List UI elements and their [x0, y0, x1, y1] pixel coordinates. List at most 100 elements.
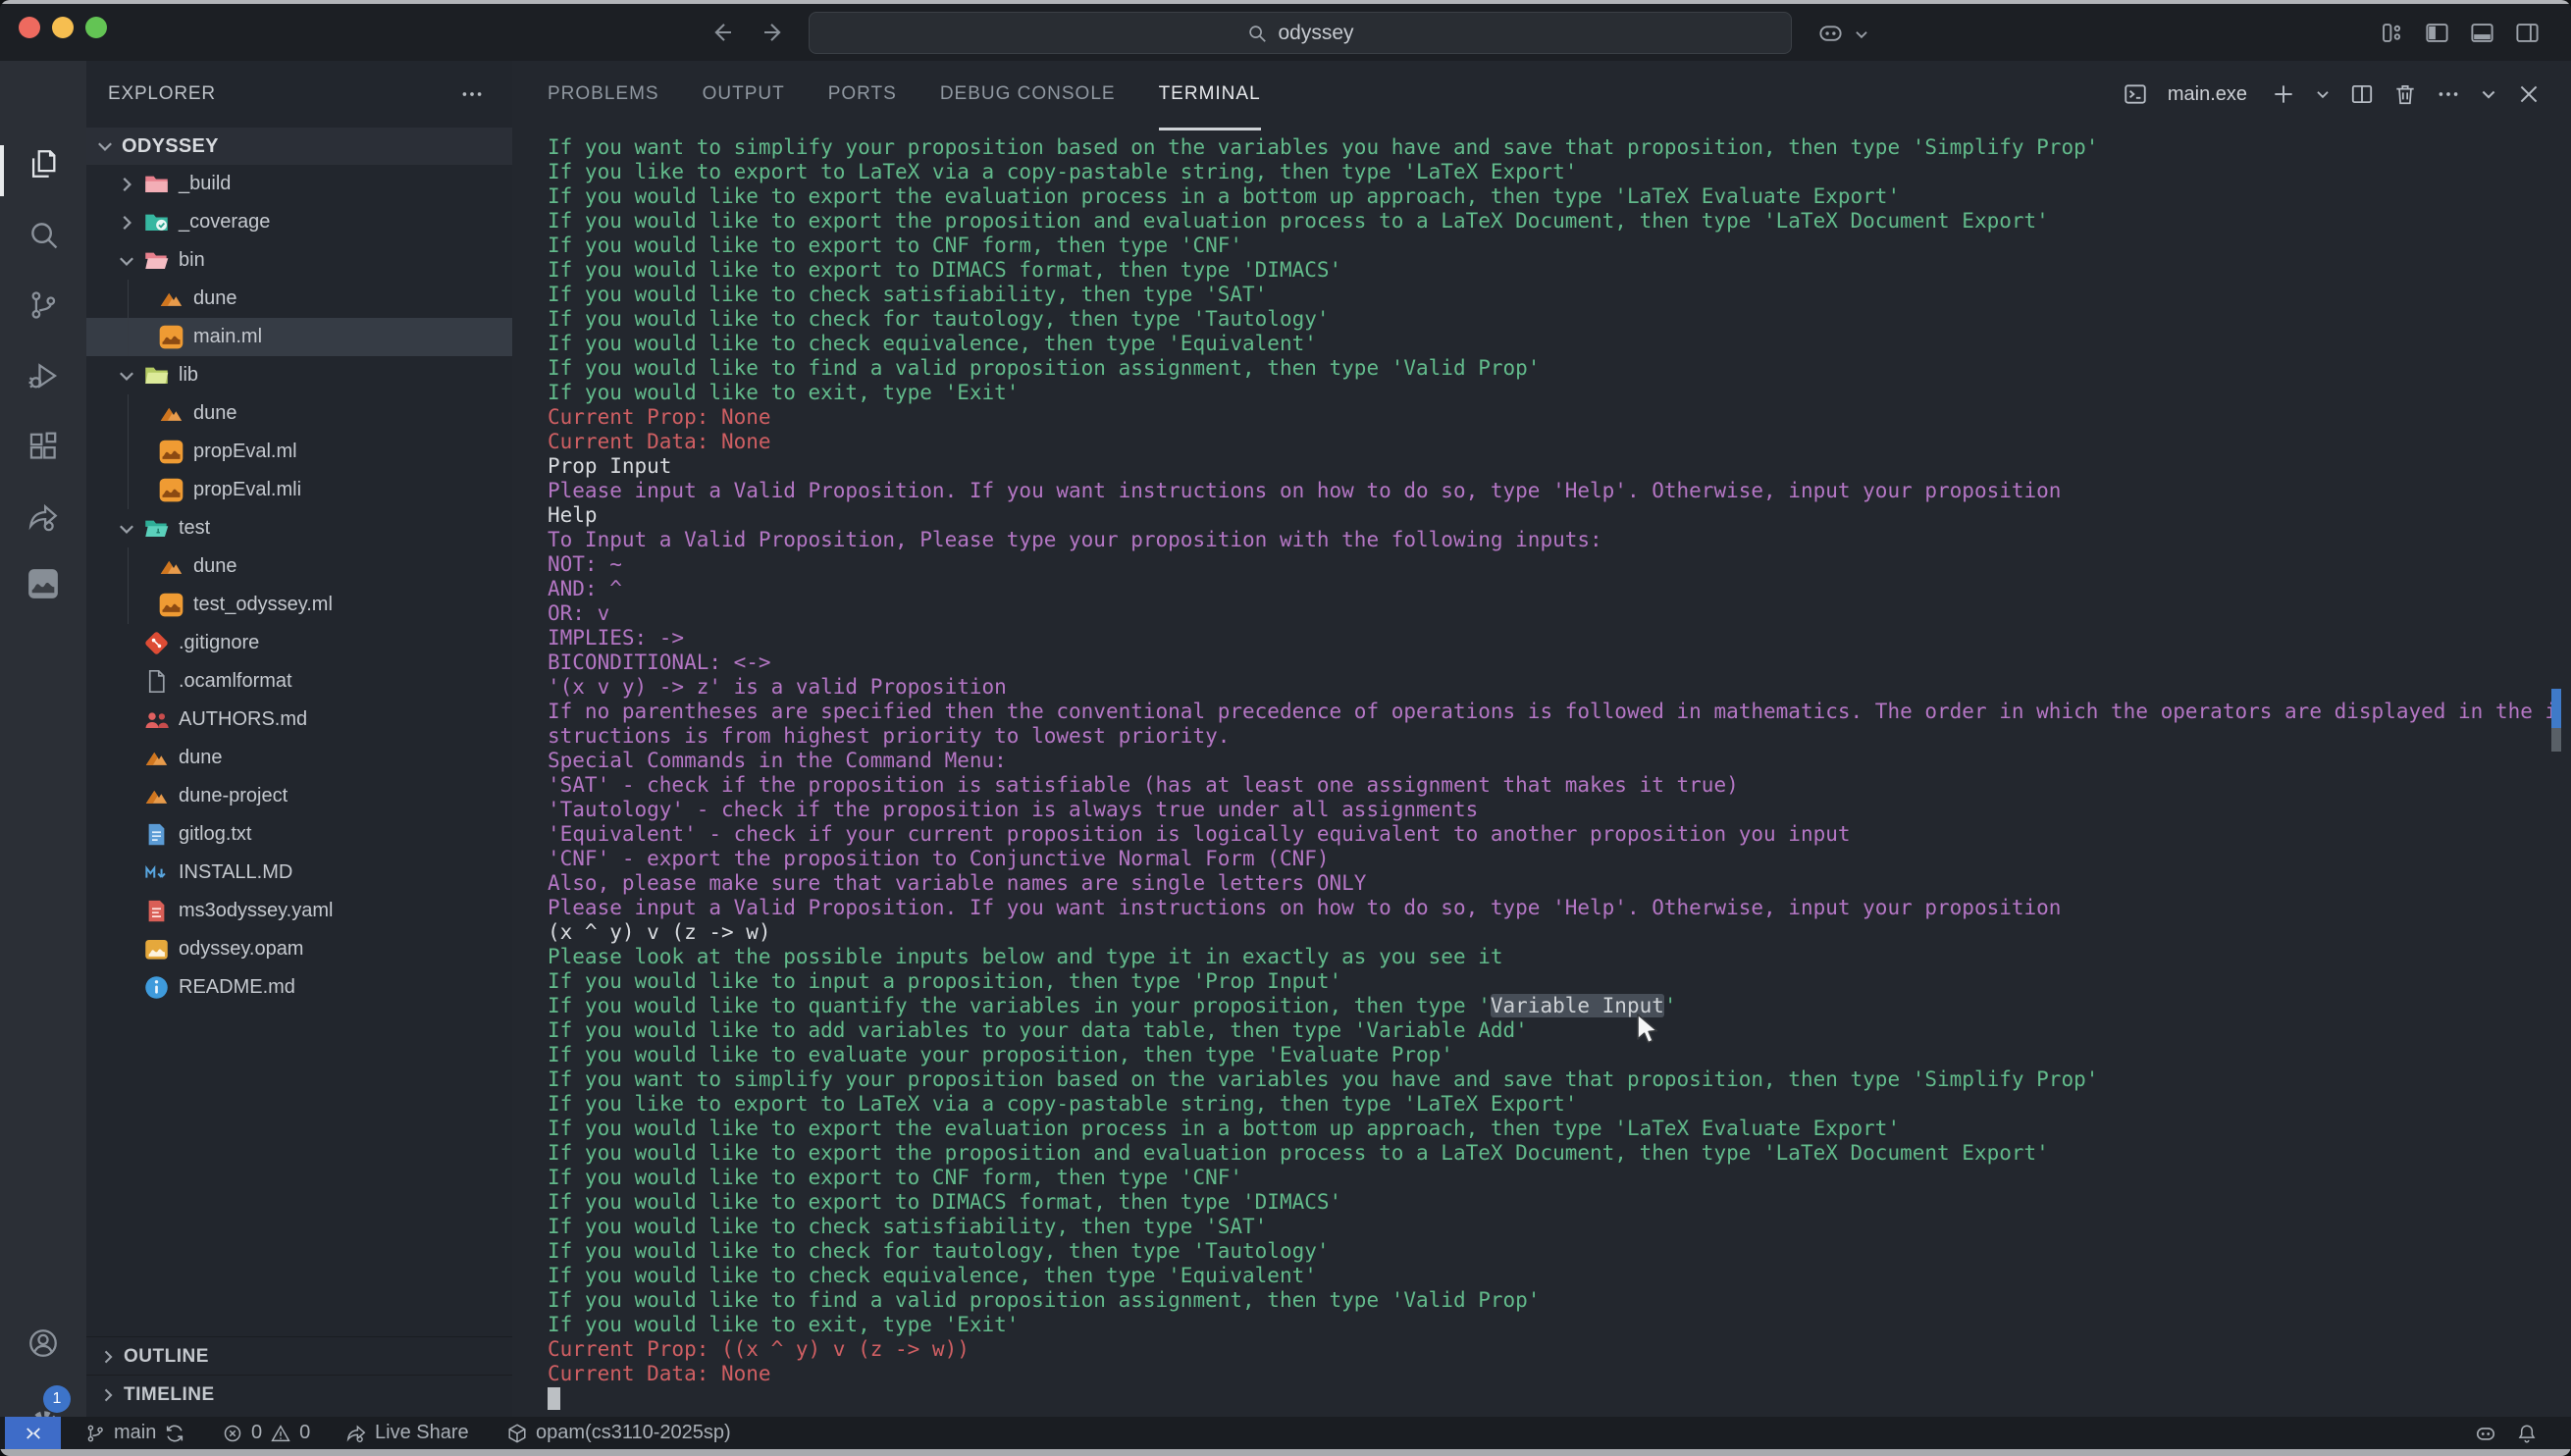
minimize-window-button[interactable]: [52, 17, 74, 38]
activity-explorer-icon[interactable]: [26, 147, 60, 181]
sync-icon: [164, 1423, 185, 1444]
chevron-down-icon: [116, 518, 137, 540]
tab-terminal[interactable]: TERMINAL: [1159, 61, 1261, 130]
terminal-line: If you would like to export to DIMACS fo…: [548, 1190, 2553, 1215]
panel-more-actions-icon[interactable]: [2436, 81, 2461, 107]
tree-item-install-md[interactable]: INSTALL.MD: [86, 854, 512, 892]
mouse-cursor: [1635, 1013, 1661, 1046]
copilot-chevron-down-icon[interactable]: [1853, 26, 1870, 43]
dune-icon: [158, 553, 184, 580]
terminal-controls: main.exe: [2123, 61, 2542, 128]
tree-item-test-odyssey-ml[interactable]: test_odyssey.ml: [86, 586, 512, 624]
scrollbar-thumb[interactable]: [2551, 728, 2561, 752]
activity-source-control-icon[interactable]: [26, 288, 60, 322]
timeline-section[interactable]: TIMELINE: [86, 1375, 512, 1414]
status-bar: main 0 0 Live Share opam(cs3110-2025sp): [0, 1417, 2571, 1449]
tree-item-dune[interactable]: dune: [86, 280, 512, 318]
chevron-down-icon: [116, 365, 137, 387]
tree-item-dune[interactable]: dune: [86, 394, 512, 433]
split-terminal-icon[interactable]: [2349, 81, 2375, 107]
ocaml-icon: [158, 592, 184, 618]
remote-indicator[interactable]: [5, 1417, 61, 1449]
terminal-line: If you would like to check equivalence, …: [548, 332, 2553, 356]
folder-green-icon: [143, 362, 170, 389]
close-window-button[interactable]: [19, 17, 40, 38]
tree-item-dune[interactable]: dune: [86, 739, 512, 777]
terminal-line: To Input a Valid Proposition, Please typ…: [548, 528, 2553, 552]
copilot-status-icon[interactable]: [2475, 1423, 2496, 1444]
terminal-line: If you would like to exit, type 'Exit': [548, 381, 2553, 405]
close-panel-icon[interactable]: [2516, 81, 2542, 107]
tree-item-ms3odyssey-yaml[interactable]: ms3odyssey.yaml: [86, 892, 512, 930]
terminal-line: If you want to simplify your proposition…: [548, 1067, 2553, 1092]
tree-item-odyssey-opam[interactable]: odyssey.opam: [86, 930, 512, 968]
copilot-icon[interactable]: [1817, 20, 1844, 46]
dune-icon: [158, 400, 184, 427]
terminal-line: (x ^ y) v (z -> w): [548, 920, 2553, 945]
terminal-line: Current Data: None: [548, 1362, 2553, 1386]
opam-env-label: opam(cs3110-2025sp): [536, 1422, 731, 1444]
customize-layout-icon[interactable]: [2379, 20, 2405, 46]
tree-item-gitlog-txt[interactable]: gitlog.txt: [86, 815, 512, 854]
activity-ocaml-platform-icon[interactable]: [26, 567, 60, 600]
info-icon: [143, 974, 170, 1001]
tab-output[interactable]: OUTPUT: [703, 61, 785, 130]
tree-item--coverage[interactable]: _coverage: [86, 203, 512, 241]
maximize-panel-icon[interactable]: [2479, 84, 2498, 104]
tree-item-test[interactable]: test: [86, 509, 512, 547]
window-top-edge: [0, 0, 2571, 4]
tree-item-propeval-mli[interactable]: propEval.mli: [86, 471, 512, 509]
tree-item-dune[interactable]: dune: [86, 547, 512, 586]
chevron-down-icon: [94, 135, 116, 157]
tree-item--gitignore[interactable]: .gitignore: [86, 624, 512, 662]
tree-item-label: main.ml: [193, 326, 262, 348]
tab-ports[interactable]: PORTS: [828, 61, 897, 130]
new-terminal-icon[interactable]: [2271, 81, 2296, 107]
search-icon: [1246, 23, 1268, 44]
tab-problems[interactable]: PROBLEMS: [548, 61, 659, 130]
terminal-line: Help: [548, 503, 2553, 528]
back-icon[interactable]: [710, 19, 738, 46]
terminal-line: structions is from highest priority to l…: [548, 724, 2553, 749]
tree-item-readme-md[interactable]: README.md: [86, 968, 512, 1007]
accounts-icon[interactable]: [26, 1326, 60, 1360]
live-share-status-item[interactable]: Live Share: [345, 1417, 469, 1449]
opam-icon: [143, 936, 170, 962]
tree-item--ocamlformat[interactable]: .ocamlformat: [86, 662, 512, 701]
opam-env-status-item[interactable]: opam(cs3110-2025sp): [506, 1417, 731, 1449]
project-root-row[interactable]: ODYSSEY: [86, 128, 512, 165]
toggle-sidebar-icon[interactable]: [2424, 20, 2450, 46]
zoom-window-button[interactable]: [85, 17, 107, 38]
activity-extensions-icon[interactable]: [26, 430, 60, 463]
toggle-panel-icon[interactable]: [2469, 20, 2495, 46]
chevron-spacer: [116, 939, 137, 961]
kill-terminal-icon[interactable]: [2392, 81, 2418, 107]
explorer-more-actions-icon[interactable]: [459, 81, 485, 107]
tree-item-main-ml[interactable]: main.ml: [86, 318, 512, 356]
terminal-launch-chevron-icon[interactable]: [2314, 85, 2332, 103]
tree-item--build[interactable]: _build: [86, 165, 512, 203]
tree-item-dune-project[interactable]: dune-project: [86, 777, 512, 815]
activity-search-icon[interactable]: [26, 218, 60, 251]
terminal-instance-label[interactable]: main.exe: [2168, 83, 2247, 106]
tree-item-authors-md[interactable]: AUTHORS.md: [86, 701, 512, 739]
tab-debug-console[interactable]: DEBUG CONSOLE: [940, 61, 1116, 130]
terminal-output[interactable]: If you want to simplify your proposition…: [548, 135, 2553, 1417]
forward-icon[interactable]: [758, 19, 785, 46]
activity-live-share-icon[interactable]: [26, 500, 60, 534]
tree-item-label: lib: [179, 364, 198, 387]
tree-item-propeval-ml[interactable]: propEval.ml: [86, 433, 512, 471]
settings-badge: 1: [43, 1385, 71, 1413]
tree-item-bin[interactable]: bin: [86, 241, 512, 280]
outline-section[interactable]: OUTLINE: [86, 1336, 512, 1376]
command-center-search[interactable]: odyssey: [809, 12, 1792, 54]
branch-icon: [84, 1423, 106, 1444]
toggle-secondary-sidebar-icon[interactable]: [2514, 20, 2541, 46]
file-tree: _build_coveragebindunemain.mllibduneprop…: [86, 165, 512, 1007]
activity-run-debug-icon[interactable]: [26, 359, 60, 392]
branch-status-item[interactable]: main: [84, 1417, 185, 1449]
notifications-bell-icon[interactable]: [2516, 1423, 2538, 1444]
tree-item-lib[interactable]: lib: [86, 356, 512, 394]
tree-item-label: dune: [179, 747, 223, 769]
problems-status-item[interactable]: 0 0: [222, 1417, 310, 1449]
